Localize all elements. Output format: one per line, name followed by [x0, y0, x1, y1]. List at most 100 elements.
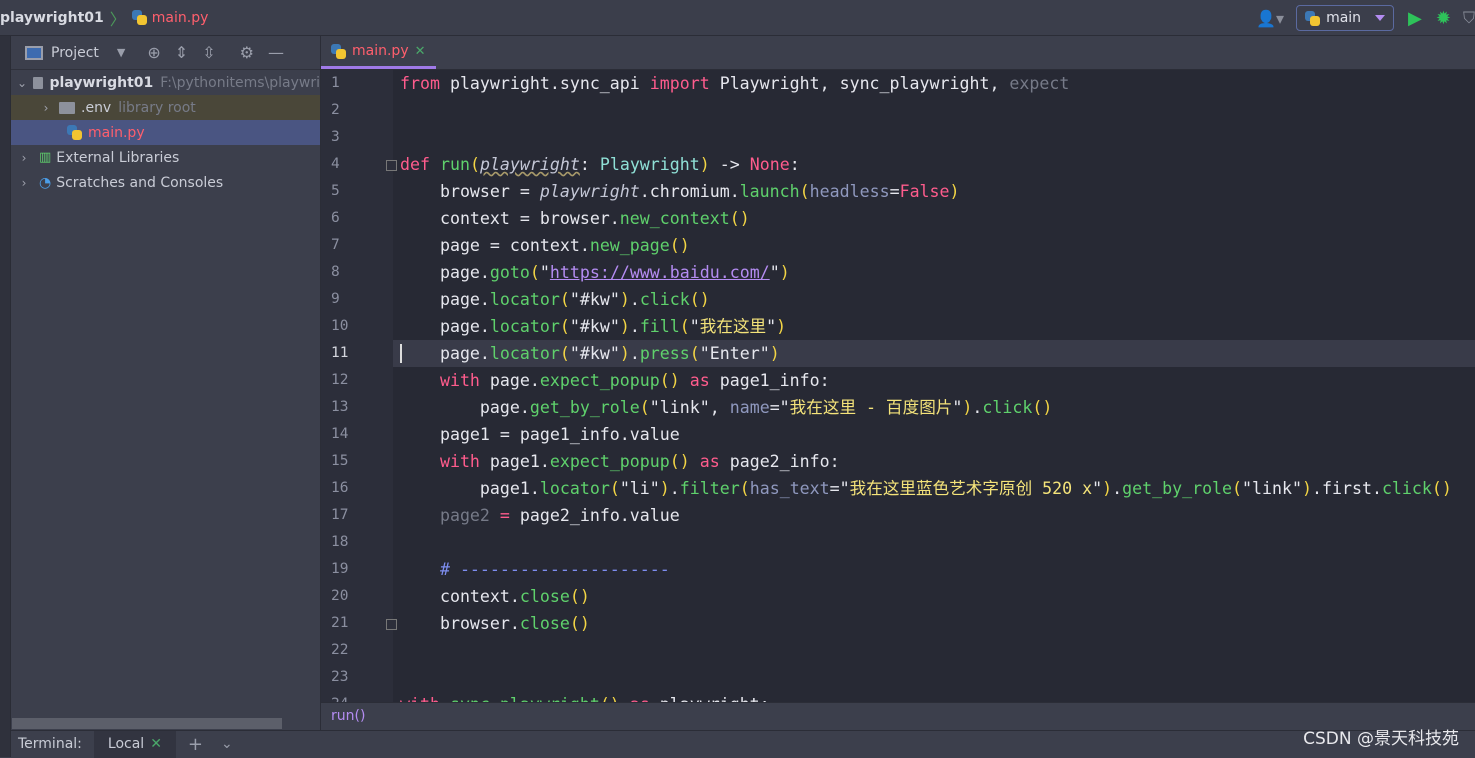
code-token: ()	[1431, 479, 1452, 498]
line-number: 24	[321, 691, 393, 702]
code-line[interactable]: with page.expect_popup() as page1_info:	[393, 367, 1475, 394]
code-line[interactable]: browser.close()	[393, 610, 1475, 637]
code-token: page.	[400, 398, 530, 417]
code-token: as	[620, 695, 660, 702]
close-icon[interactable]: ✕	[415, 44, 426, 59]
fold-icon[interactable]	[386, 160, 397, 171]
tree-item-scratches[interactable]: › ◔ Scratches and Consoles	[11, 170, 320, 195]
line-number: 10	[331, 318, 349, 334]
code-line[interactable]: # ---------------------	[393, 556, 1475, 583]
code-line[interactable]: context = browser.new_context()	[393, 205, 1475, 232]
tree-item-project[interactable]: ⌄ playwright01 F:\pythonitems\playwri	[11, 70, 320, 95]
terminal-tab-local[interactable]: Local ✕	[93, 730, 176, 758]
code-line[interactable]	[393, 124, 1475, 151]
code-token: goto	[489, 263, 530, 282]
code-token: page = context.	[400, 236, 590, 255]
line-number: 19	[331, 561, 349, 577]
code-line[interactable]: with page1.expect_popup() as page2_info:	[393, 448, 1475, 475]
breadcrumb-project[interactable]: playwright01	[0, 10, 104, 26]
tree-item-env[interactable]: › .env library root	[11, 95, 320, 120]
code-token: (	[559, 317, 570, 336]
close-icon[interactable]: ✕	[150, 736, 162, 752]
code-token: get_by_role	[1122, 479, 1233, 498]
add-icon[interactable]: +	[188, 734, 203, 755]
code-line[interactable]: page.goto("https://www.baidu.com/")	[393, 259, 1475, 286]
code-token: .	[629, 317, 640, 336]
line-number: 18	[331, 534, 349, 550]
chevron-right-icon[interactable]: ›	[17, 151, 31, 165]
line-number: 8	[331, 264, 340, 280]
code-line[interactable]: page.locator("#kw").press("Enter")	[393, 340, 1475, 367]
code-token: ->	[709, 155, 750, 174]
code-line[interactable]	[393, 97, 1475, 124]
code-token: ()	[729, 209, 750, 228]
code-line[interactable]	[393, 529, 1475, 556]
chevron-down-icon[interactable]: ⌄	[17, 76, 27, 90]
project-title[interactable]: Project	[51, 45, 99, 61]
code-token: launch	[739, 182, 800, 201]
line-number: 7	[331, 237, 340, 253]
code-token: page.	[400, 290, 490, 309]
code-token: "li"	[619, 479, 660, 498]
code-token: "#kw"	[569, 317, 620, 336]
code-line[interactable]: def run(playwright: Playwright) -> None:	[393, 151, 1475, 178]
gear-icon[interactable]: ⚙	[240, 43, 254, 62]
code-token: page1_info:	[719, 371, 830, 390]
code-token: ()	[600, 695, 620, 702]
tree-item-external-libraries[interactable]: › ▥ External Libraries	[11, 145, 320, 170]
tree-item-main-py[interactable]: main.py	[11, 120, 320, 145]
code-token: )	[619, 344, 630, 363]
code-token: :	[579, 155, 600, 174]
horizontal-scrollbar[interactable]	[12, 718, 282, 729]
code-token: page2_info:	[729, 452, 840, 471]
code-token: )	[1102, 479, 1113, 498]
code-token: name	[729, 398, 770, 417]
code-line[interactable]: page = context.new_page()	[393, 232, 1475, 259]
expand-all-icon[interactable]: ⇕	[175, 43, 188, 62]
code-line[interactable]: page1 = page1_info.value	[393, 421, 1475, 448]
code-token: =	[489, 506, 520, 525]
code-line[interactable]: page2 = page2_info.value	[393, 502, 1475, 529]
code-line[interactable]	[393, 664, 1475, 691]
code-token: fill	[639, 317, 680, 336]
fold-icon[interactable]	[386, 619, 397, 630]
code-line[interactable]: with sync_playwright() as playwright:	[393, 691, 1475, 702]
run-config-dropdown[interactable]: main	[1296, 5, 1395, 31]
code-line[interactable]: page1.locator("li").filter(has_text="我在这…	[393, 475, 1475, 502]
project-toolbar: Project ▼ ⊕ ⇕ ⇳ ⚙ —	[11, 36, 320, 70]
code-line[interactable]: page.locator("#kw").click()	[393, 286, 1475, 313]
code-token: (	[559, 344, 570, 363]
code-line[interactable]: page.get_by_role("link", name="我在这里 - 百度…	[393, 394, 1475, 421]
code-area[interactable]: from playwright.sync_api import Playwrig…	[393, 70, 1475, 702]
editor: main.py ✕ 1 2 3 4 5 6 7 8 9 10 11 12 13 14 15 16 17 18 19 2…	[321, 36, 1475, 730]
code-line[interactable]	[393, 637, 1475, 664]
line-number: 14	[331, 426, 349, 442]
debug-icon[interactable]: ✹	[1436, 8, 1451, 29]
chevron-down-icon[interactable]: ▼	[117, 46, 125, 59]
chevron-right-icon[interactable]: ›	[17, 176, 31, 190]
code-token: # ---------------------	[400, 560, 670, 579]
code-token: click	[982, 398, 1033, 417]
breadcrumb-file[interactable]: main.py	[152, 10, 209, 26]
code-breadcrumb[interactable]: run()	[321, 702, 1475, 730]
run-icon[interactable]: ▶	[1408, 8, 1422, 29]
collapse-all-icon[interactable]: ⇳	[202, 43, 215, 62]
coverage-icon[interactable]: ⛉	[1463, 8, 1475, 28]
code-token: from	[400, 74, 450, 93]
code-line[interactable]: browser = playwright.chromium.launch(hea…	[393, 178, 1475, 205]
chevron-right-icon[interactable]: ›	[39, 101, 53, 115]
user-icon[interactable]: 👤▾	[1256, 9, 1284, 28]
code-line[interactable]: page.locator("#kw").fill("我在这里")	[393, 313, 1475, 340]
tab-main-py[interactable]: main.py ✕	[321, 36, 436, 69]
minimize-icon[interactable]: —	[268, 43, 284, 62]
code-line[interactable]: from playwright.sync_api import Playwrig…	[393, 70, 1475, 97]
locate-icon[interactable]: ⊕	[147, 43, 160, 62]
code-token: new_context	[619, 209, 730, 228]
chevron-down-icon[interactable]: ⌄	[221, 736, 233, 752]
code-token: ="	[829, 479, 850, 498]
code-token: ="	[769, 398, 790, 417]
code-token: (	[639, 398, 650, 417]
code-token: filter	[679, 479, 740, 498]
tree-note: library root	[118, 99, 196, 116]
code-line[interactable]: context.close()	[393, 583, 1475, 610]
